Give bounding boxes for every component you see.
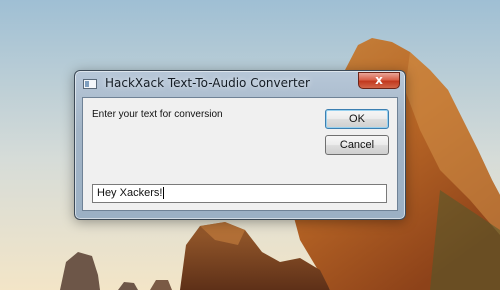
converter-dialog: HackXack Text-To-Audio Converter x Enter… <box>74 70 406 220</box>
app-window-icon <box>83 79 97 89</box>
window-title: HackXack Text-To-Audio Converter <box>105 76 310 90</box>
cancel-button[interactable]: Cancel <box>325 135 389 155</box>
dialog-body: Enter your text for conversion OK Cancel… <box>82 97 398 211</box>
close-button[interactable]: x <box>358 72 400 89</box>
ok-button[interactable]: OK <box>325 109 389 129</box>
title-bar[interactable]: HackXack Text-To-Audio Converter x <box>75 71 405 97</box>
close-icon: x <box>375 73 383 87</box>
prompt-label: Enter your text for conversion <box>92 109 223 120</box>
text-input[interactable]: Hey Xackers! <box>92 184 387 203</box>
text-caret <box>163 187 165 200</box>
input-value: Hey Xackers! <box>97 187 163 199</box>
